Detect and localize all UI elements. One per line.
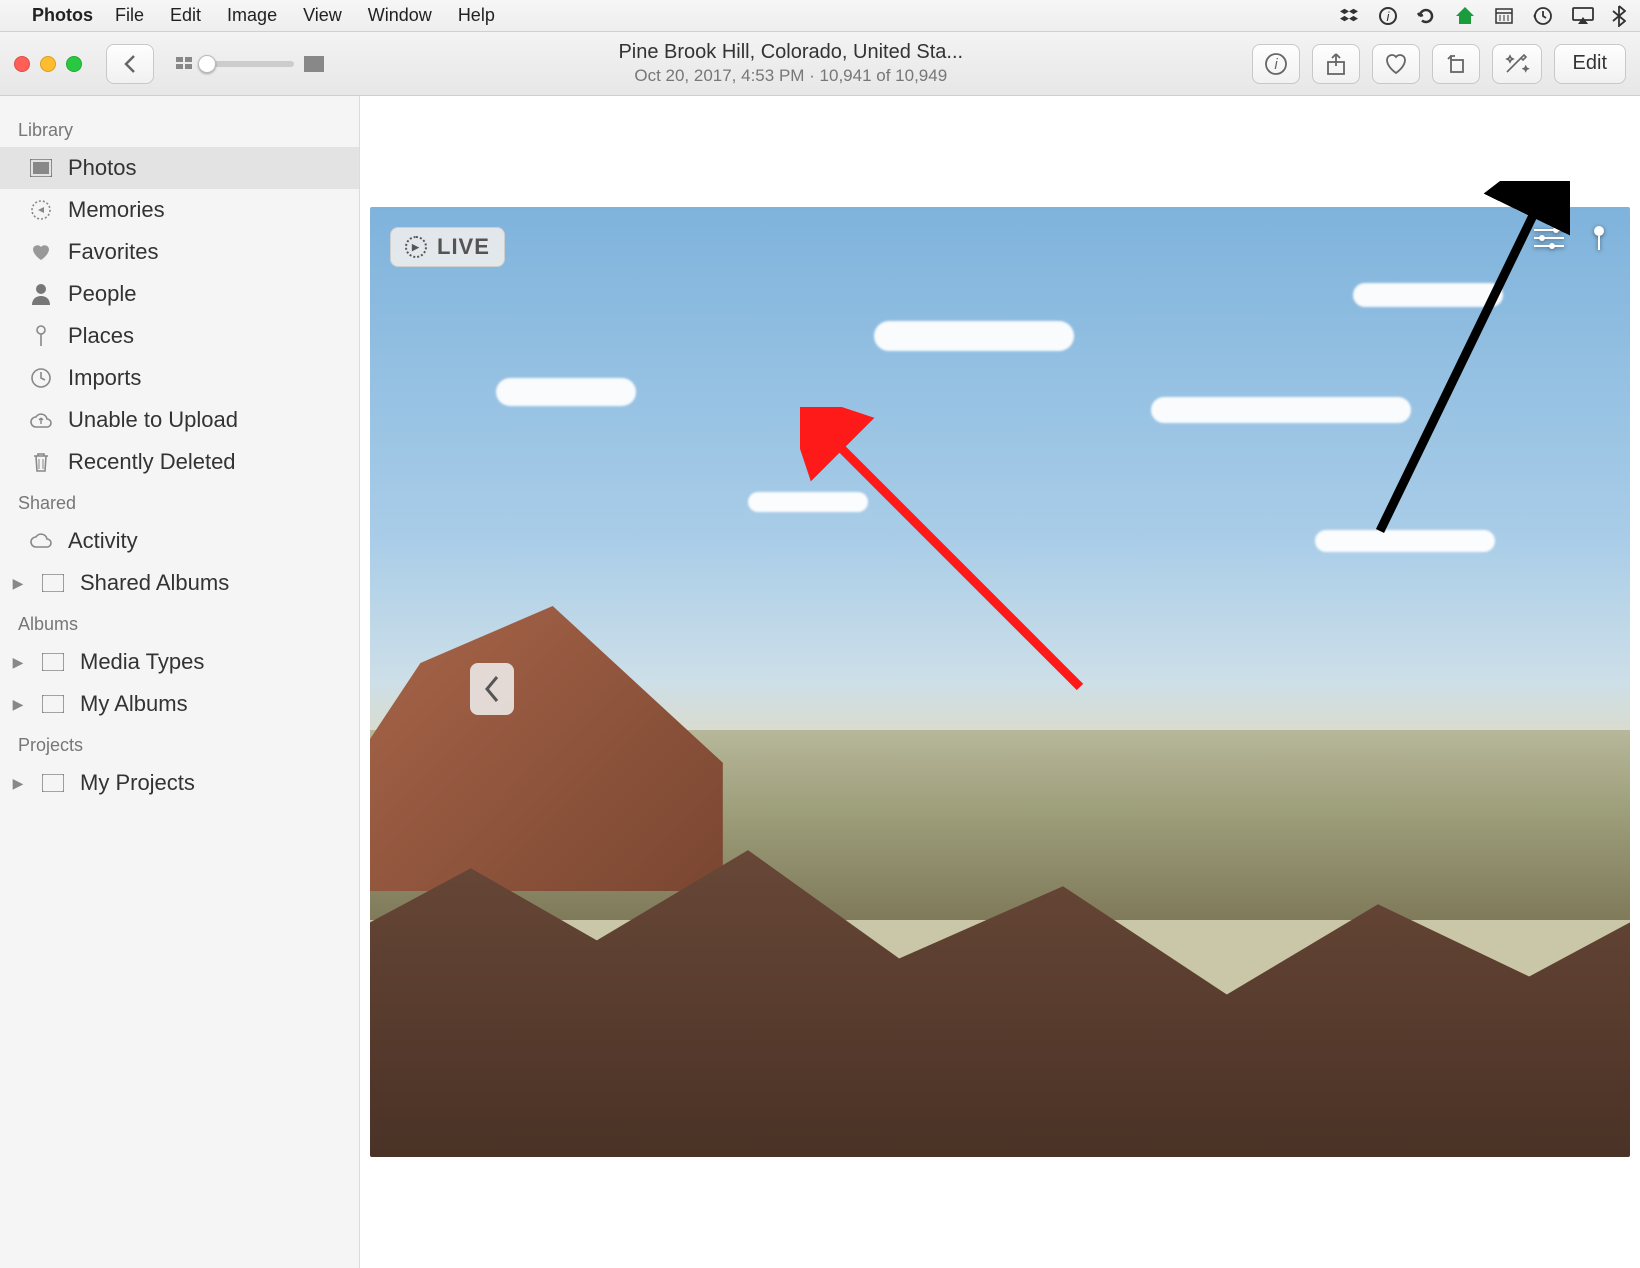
menu-edit[interactable]: Edit	[170, 5, 201, 26]
info-icon[interactable]: i	[1378, 6, 1398, 26]
photo-location-title: Pine Brook Hill, Colorado, United Sta...	[342, 40, 1240, 64]
home-icon[interactable]	[1454, 5, 1476, 27]
sidebar-header-albums: Albums	[0, 604, 359, 641]
person-icon	[28, 283, 54, 305]
menu-window[interactable]: Window	[368, 5, 432, 26]
photo-canvas[interactable]: LIVE	[370, 207, 1630, 1157]
sidebar-item-media-types[interactable]: ▶ Media Types	[0, 641, 359, 683]
pin-icon	[28, 325, 54, 347]
menu-help[interactable]: Help	[458, 5, 495, 26]
window-controls	[14, 56, 82, 72]
live-photo-label: LIVE	[437, 234, 490, 260]
edit-button[interactable]: Edit	[1554, 44, 1626, 84]
sidebar-item-label: Places	[68, 323, 134, 349]
app-menu[interactable]: Photos	[32, 5, 93, 26]
info-button[interactable]: i	[1252, 44, 1300, 84]
menu-image[interactable]: Image	[227, 5, 277, 26]
menu-file[interactable]: File	[115, 5, 144, 26]
sidebar-header-projects: Projects	[0, 725, 359, 762]
sidebar-item-label: Recently Deleted	[68, 449, 236, 475]
timemachine-icon[interactable]	[1532, 5, 1554, 27]
memories-icon	[28, 199, 54, 221]
sidebar-item-photos[interactable]: Photos	[0, 147, 359, 189]
adjustments-icon[interactable]	[1534, 225, 1564, 256]
sidebar: Library Photos Memories Favorites People…	[0, 96, 360, 1268]
album-icon	[40, 774, 66, 792]
clock-icon	[28, 367, 54, 389]
window-toolbar: Pine Brook Hill, Colorado, United Sta...…	[0, 32, 1640, 96]
sidebar-item-label: Shared Albums	[80, 570, 229, 596]
grid-large-icon	[304, 56, 324, 72]
sidebar-item-favorites[interactable]: Favorites	[0, 231, 359, 273]
sidebar-header-shared: Shared	[0, 483, 359, 520]
minimize-window-button[interactable]	[40, 56, 56, 72]
sidebar-item-label: Imports	[68, 365, 141, 391]
live-photo-icon	[405, 236, 427, 258]
photos-icon	[28, 159, 54, 177]
sidebar-item-recently-deleted[interactable]: Recently Deleted	[0, 441, 359, 483]
album-icon	[40, 574, 66, 592]
zoom-slider[interactable]	[176, 56, 324, 72]
disclosure-triangle-icon[interactable]: ▶	[12, 696, 24, 713]
share-button[interactable]	[1312, 44, 1360, 84]
sidebar-item-people[interactable]: People	[0, 273, 359, 315]
airplay-icon[interactable]	[1572, 7, 1594, 25]
sidebar-item-label: Favorites	[68, 239, 158, 265]
photo-viewer: LIVE	[360, 96, 1640, 1268]
disclosure-triangle-icon[interactable]: ▶	[12, 575, 24, 592]
sidebar-item-shared-albums[interactable]: ▶ Shared Albums	[0, 562, 359, 604]
auto-enhance-button[interactable]	[1492, 44, 1542, 84]
menu-bar: Photos File Edit Image View Window Help …	[0, 0, 1640, 32]
sidebar-item-activity[interactable]: Activity	[0, 520, 359, 562]
menu-view[interactable]: View	[303, 5, 342, 26]
sidebar-item-label: People	[68, 281, 137, 307]
trash-icon	[28, 451, 54, 473]
cloud-outline-icon	[28, 533, 54, 549]
sidebar-item-label: Unable to Upload	[68, 407, 238, 433]
back-button[interactable]	[106, 44, 154, 84]
rotate-button[interactable]	[1432, 44, 1480, 84]
sidebar-item-my-projects[interactable]: ▶ My Projects	[0, 762, 359, 804]
zoom-window-button[interactable]	[66, 56, 82, 72]
sidebar-item-memories[interactable]: Memories	[0, 189, 359, 231]
sidebar-item-label: My Albums	[80, 691, 188, 717]
sidebar-item-places[interactable]: Places	[0, 315, 359, 357]
svg-text:i: i	[1387, 9, 1391, 24]
cloud-icon	[28, 411, 54, 429]
photo-title-block: Pine Brook Hill, Colorado, United Sta...…	[342, 40, 1240, 86]
sidebar-item-label: Activity	[68, 528, 138, 554]
sidebar-item-label: Photos	[68, 155, 137, 181]
svg-text:i: i	[1274, 56, 1278, 73]
album-icon	[40, 695, 66, 713]
bluetooth-icon[interactable]	[1612, 5, 1626, 27]
sidebar-item-my-albums[interactable]: ▶ My Albums	[0, 683, 359, 725]
grid-small-icon	[176, 57, 194, 71]
previous-photo-button[interactable]	[470, 663, 514, 715]
close-window-button[interactable]	[14, 56, 30, 72]
location-pin-icon[interactable]	[1590, 225, 1608, 256]
calendar-icon[interactable]	[1494, 6, 1514, 26]
heart-icon	[28, 242, 54, 262]
sidebar-item-imports[interactable]: Imports	[0, 357, 359, 399]
disclosure-triangle-icon[interactable]: ▶	[12, 775, 24, 792]
refresh-icon[interactable]	[1416, 6, 1436, 26]
sidebar-header-library: Library	[0, 110, 359, 147]
sidebar-item-label: Memories	[68, 197, 165, 223]
sidebar-item-label: My Projects	[80, 770, 195, 796]
sidebar-item-label: Media Types	[80, 649, 204, 675]
dropbox-icon[interactable]	[1340, 6, 1360, 26]
sidebar-item-unable-upload[interactable]: Unable to Upload	[0, 399, 359, 441]
disclosure-triangle-icon[interactable]: ▶	[12, 654, 24, 671]
favorite-button[interactable]	[1372, 44, 1420, 84]
album-icon	[40, 653, 66, 671]
live-photo-badge[interactable]: LIVE	[390, 227, 505, 267]
photo-subtitle: Oct 20, 2017, 4:53 PM · 10,941 of 10,949	[342, 66, 1240, 86]
